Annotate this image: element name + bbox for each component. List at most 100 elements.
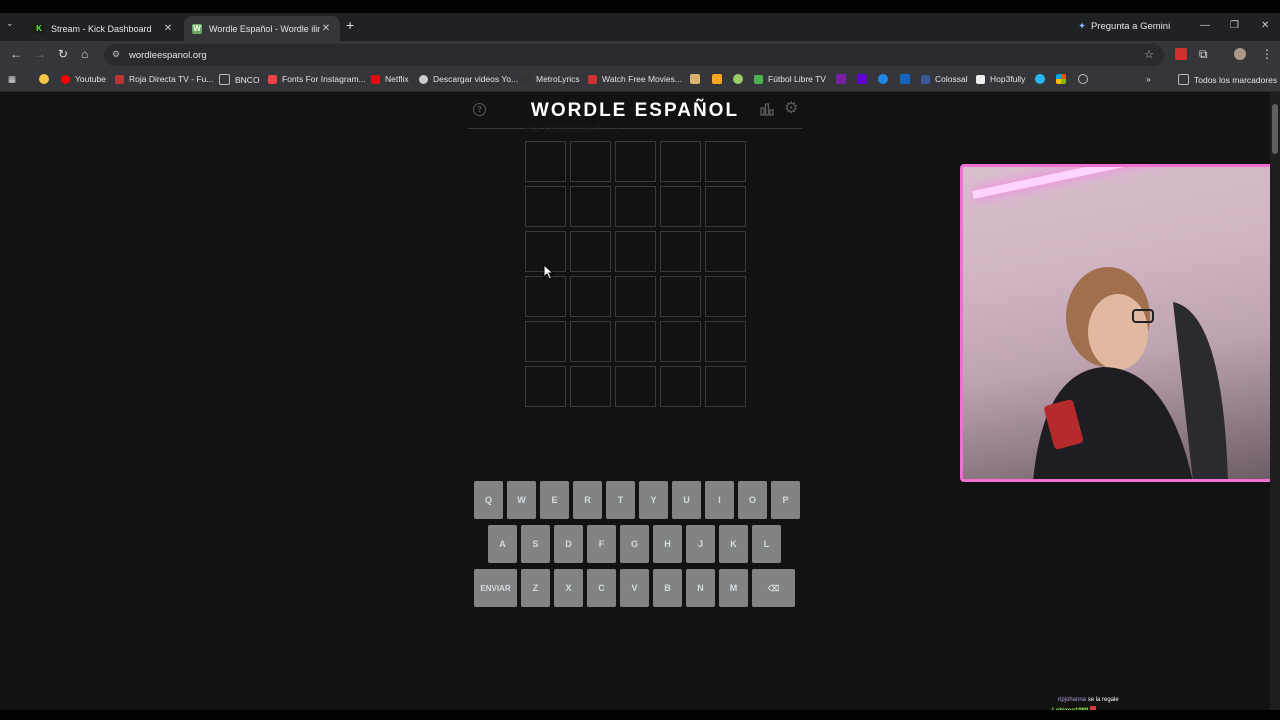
key-p[interactable]: P <box>771 481 800 519</box>
all-bookmarks[interactable]: Todos los marcadores <box>1178 74 1277 85</box>
bookmark-icon[interactable] <box>836 74 846 84</box>
bookmark-label: BNCO <box>235 74 260 85</box>
letter-cell <box>660 366 701 407</box>
apps-grid-icon[interactable]: ▦ <box>8 74 16 85</box>
back-icon[interactable]: ← <box>10 47 22 61</box>
gemini-button[interactable]: ✦ Pregunta a Gemini <box>1078 21 1170 32</box>
letter-cell <box>525 186 566 227</box>
key-c[interactable]: C <box>587 569 616 607</box>
key-f[interactable]: F <box>587 525 616 563</box>
key-d[interactable]: D <box>554 525 583 563</box>
address-bar[interactable]: ⚙ wordleespanol.org ☆ <box>104 44 1164 66</box>
bookmark-icon[interactable] <box>878 74 888 84</box>
bottom-strip <box>0 710 1280 720</box>
key-z[interactable]: Z <box>521 569 550 607</box>
scrollbar-thumb[interactable] <box>1272 104 1278 154</box>
menu-icon[interactable]: ⋮ <box>1261 47 1273 61</box>
forward-icon[interactable]: → <box>34 47 46 61</box>
key-q[interactable]: Q <box>474 481 503 519</box>
key-t[interactable]: T <box>606 481 635 519</box>
bookmark-label: Hop3fully <box>990 74 1026 84</box>
globe-icon[interactable] <box>1078 74 1088 84</box>
more-bookmarks-icon[interactable]: » <box>1146 74 1151 84</box>
tab-search-chevron-icon[interactable]: ⌄ <box>6 18 14 29</box>
bookmark-icon[interactable] <box>900 74 910 84</box>
bookmark-colossal[interactable]: Colossal <box>921 74 968 84</box>
extensions-puzzle-icon[interactable]: ⧉ <box>1199 47 1208 62</box>
settings-gear-icon[interactable]: ⚙ <box>784 98 798 118</box>
close-tab-icon[interactable]: ✕ <box>162 23 174 34</box>
key-j[interactable]: J <box>686 525 715 563</box>
minimize-icon[interactable]: — <box>1200 20 1210 31</box>
key-a[interactable]: A <box>488 525 517 563</box>
bookmark-netflix[interactable]: Netflix <box>371 74 409 84</box>
key-s[interactable]: S <box>521 525 550 563</box>
netflix-icon <box>371 74 380 84</box>
yahoo-icon[interactable] <box>857 74 867 84</box>
bookmark-metrolyrics[interactable]: MetroLyrics <box>522 74 580 84</box>
letter-cell <box>615 366 656 407</box>
bookmark-watch-movies[interactable]: Watch Free Movies... <box>588 74 682 84</box>
letter-cell <box>570 231 611 272</box>
reload-icon[interactable]: ↻ <box>58 47 68 61</box>
key-n[interactable]: N <box>686 569 715 607</box>
bookmark-icon[interactable] <box>712 74 722 84</box>
keyboard-row-1: QWERTYUIOP <box>474 481 800 519</box>
key-x[interactable]: X <box>554 569 583 607</box>
key-v[interactable]: V <box>620 569 649 607</box>
letter-cell <box>660 276 701 317</box>
bookmark-descargar[interactable]: Descargar videos Yo... <box>419 74 518 84</box>
futbol-icon <box>754 74 763 84</box>
bookmark-label: Fútbol Libre TV <box>768 74 826 84</box>
tab-kick-dashboard[interactable]: K Stream - Kick Dashboard ✕ <box>26 16 182 41</box>
bookmark-roja-directa[interactable]: Roja Directa TV - Fu... <box>115 74 213 84</box>
page-scrollbar[interactable] <box>1270 92 1280 710</box>
tab-bar: ⌄ K Stream - Kick Dashboard ✕ W Wordle E… <box>0 13 1280 41</box>
tab-wordle[interactable]: W Wordle Español - Wordle ilimitado ✕ <box>184 16 340 41</box>
key-k[interactable]: K <box>719 525 748 563</box>
gemini-label: Pregunta a Gemini <box>1090 21 1171 32</box>
key-u[interactable]: U <box>672 481 701 519</box>
roja-icon <box>115 74 124 84</box>
key-o[interactable]: O <box>738 481 767 519</box>
stats-icon[interactable] <box>760 102 774 116</box>
bookmark-icon[interactable] <box>690 74 700 84</box>
key-b[interactable]: B <box>653 569 682 607</box>
key-h[interactable]: H <box>653 525 682 563</box>
backspace-key[interactable]: ⌫ <box>752 569 795 607</box>
bookmark-icon[interactable] <box>1035 74 1045 84</box>
bookmark-star-icon[interactable]: ☆ <box>1144 48 1154 61</box>
key-i[interactable]: I <box>705 481 734 519</box>
new-tab-icon[interactable]: + <box>346 17 354 33</box>
chat-username: ripjohanna <box>1058 697 1087 703</box>
home-icon[interactable]: ⌂ <box>81 47 88 61</box>
key-g[interactable]: G <box>620 525 649 563</box>
key-y[interactable]: Y <box>639 481 668 519</box>
bookmark-label: MetroLyrics <box>536 74 580 84</box>
bookmark-hop3fully[interactable]: Hop3fully <box>976 74 1025 84</box>
bookmark-bnco[interactable]: BNCO <box>219 74 260 85</box>
key-w[interactable]: W <box>507 481 536 519</box>
enter-key[interactable]: ENVIAR <box>474 569 517 607</box>
extension-icon[interactable] <box>1175 48 1187 60</box>
letter-cell <box>570 321 611 362</box>
key-l[interactable]: L <box>752 525 781 563</box>
bookmark-icon[interactable] <box>733 74 743 84</box>
restore-icon[interactable]: ❐ <box>1230 20 1239 31</box>
letter-cell <box>570 276 611 317</box>
grid-row <box>525 321 746 362</box>
letter-cell <box>660 321 701 362</box>
key-r[interactable]: R <box>573 481 602 519</box>
key-m[interactable]: M <box>719 569 748 607</box>
key-e[interactable]: E <box>540 481 569 519</box>
close-window-icon[interactable]: ✕ <box>1261 20 1269 31</box>
site-info-icon[interactable]: ⚙ <box>112 49 120 60</box>
avatar[interactable] <box>1234 48 1246 60</box>
emoji-bookmark-icon[interactable] <box>39 74 49 84</box>
close-tab-icon[interactable]: ✕ <box>320 23 332 34</box>
bookmark-futbol-libre[interactable]: Fútbol Libre TV <box>754 74 826 84</box>
metrolyrics-icon <box>522 74 531 84</box>
bookmark-youtube[interactable]: Youtube <box>61 74 106 84</box>
bookmark-fonts[interactable]: Fonts For Instagram... <box>268 74 366 84</box>
microsoft-icon[interactable] <box>1056 74 1066 84</box>
